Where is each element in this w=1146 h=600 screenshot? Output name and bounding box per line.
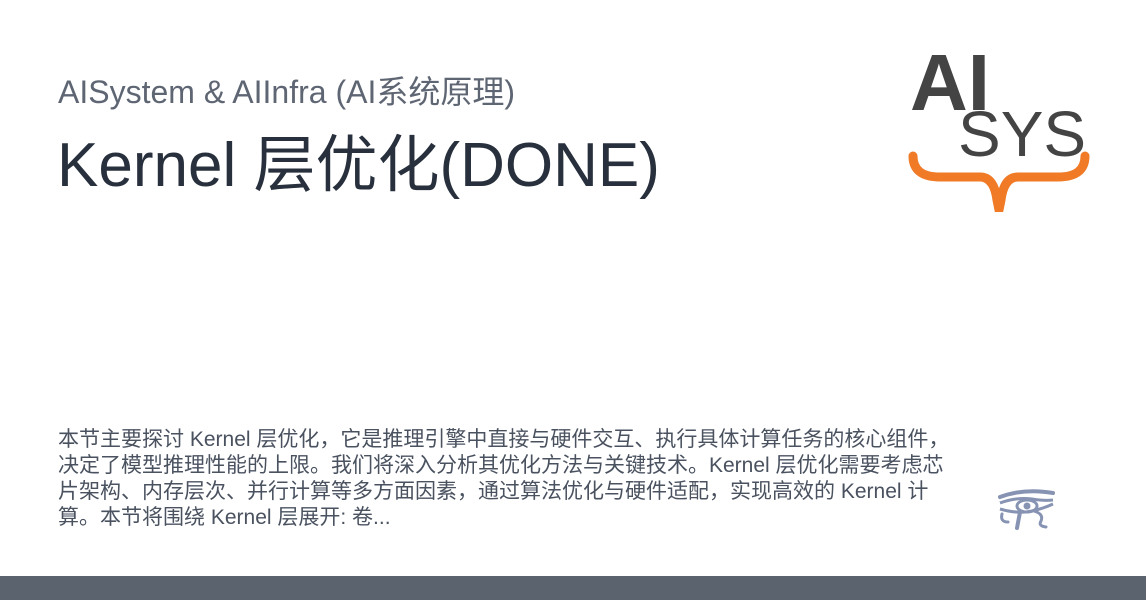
aisys-logo: AI SYS: [908, 40, 1090, 212]
eye-of-horus-icon: [998, 489, 1055, 530]
footer-bar: [0, 576, 1146, 600]
page-title: Kernel 层优化(DONE): [57, 131, 660, 200]
social-card: AISystem & AIInfra (AI系统原理) Kernel 层优化(D…: [0, 0, 1146, 600]
site-subtitle: AISystem & AIInfra (AI系统原理): [58, 74, 515, 110]
logo-text-sys: SYS: [958, 98, 1086, 170]
page-description: 本节主要探讨 Kernel 层优化，它是推理引擎中直接与硬件交互、执行具体计算任…: [58, 428, 950, 529]
